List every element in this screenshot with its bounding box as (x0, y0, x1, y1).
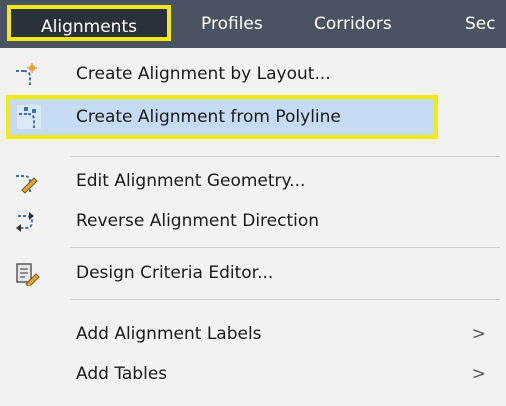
create-alignment-from-polyline-item[interactable]: Create Alignment from Polyline (6, 95, 438, 139)
reverse-alignment-direction-item[interactable]: Reverse Alignment Direction (0, 201, 506, 241)
item-label: Design Criteria Editor... (76, 263, 274, 283)
add-tables-item[interactable]: Add Tables > (0, 354, 506, 394)
menu-separator (70, 156, 500, 157)
menu-alignments[interactable]: Alignments (7, 5, 171, 41)
alignment-layout-icon (14, 62, 40, 86)
item-label: Create Alignment from Polyline (76, 107, 341, 127)
submenu-arrow-icon: > (471, 324, 486, 344)
reverse-direction-icon (14, 209, 40, 233)
item-label: Reverse Alignment Direction (76, 211, 320, 231)
menu-corridors[interactable]: Corridors (314, 0, 392, 48)
design-criteria-icon (14, 261, 40, 288)
item-label: Add Alignment Labels (76, 324, 262, 344)
alignments-dropdown: Create Alignment by Layout... Create Ali… (0, 48, 506, 406)
item-label: Add Tables (76, 364, 168, 384)
submenu-arrow-icon: > (471, 364, 486, 384)
add-alignment-labels-item[interactable]: Add Alignment Labels > (0, 314, 506, 354)
item-label: Edit Alignment Geometry... (76, 171, 306, 191)
edit-alignment-geometry-item[interactable]: Edit Alignment Geometry... (0, 161, 506, 201)
create-alignment-by-layout-item[interactable]: Create Alignment by Layout... (0, 54, 506, 94)
menu-separator (70, 247, 500, 248)
menu-bar: Alignments Profiles Corridors Sec (0, 0, 506, 48)
menu-separator (70, 299, 500, 300)
item-label: Create Alignment by Layout... (76, 64, 331, 84)
menu-profiles[interactable]: Profiles (201, 0, 263, 48)
menu-sections[interactable]: Sec (465, 0, 496, 48)
alignment-polyline-icon (16, 104, 42, 129)
edit-geometry-icon (14, 169, 40, 194)
design-criteria-editor-item[interactable]: Design Criteria Editor... (0, 253, 506, 293)
